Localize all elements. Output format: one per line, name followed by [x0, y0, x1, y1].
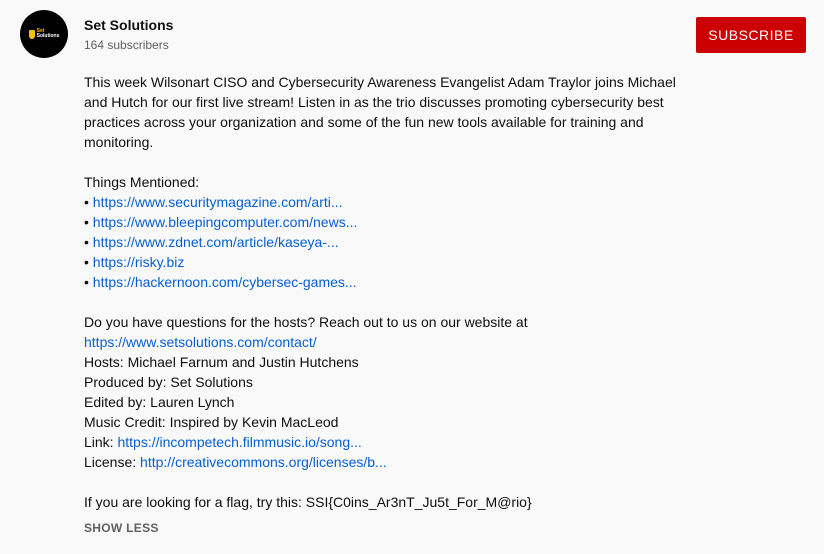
- description-line: This week Wilsonart CISO and Cybersecuri…: [84, 74, 676, 90]
- contact-line: https://www.setsolutions.com/contact/: [84, 332, 704, 352]
- link-label: Link:: [84, 434, 114, 450]
- mentioned-link[interactable]: https://www.zdnet.com/article/kaseya-...: [93, 234, 339, 250]
- mentioned-item: • https://hackernoon.com/cybersec-games.…: [84, 272, 704, 292]
- mentioned-item: • https://risky.biz: [84, 252, 704, 272]
- bullet: •: [84, 194, 89, 210]
- bullet: •: [84, 214, 89, 230]
- edited-text: Edited by: Lauren Lynch: [84, 394, 235, 410]
- flag-text: If you are looking for a flag, try this:…: [84, 494, 532, 510]
- mentioned-item: • https://www.zdnet.com/article/kaseya-.…: [84, 232, 704, 252]
- mentioned-link[interactable]: https://www.bleepingcomputer.com/news...: [93, 214, 358, 230]
- produced-text: Produced by: Set Solutions: [84, 374, 253, 390]
- license-label: License:: [84, 454, 137, 470]
- license-link[interactable]: http://creativecommons.org/licenses/b...: [140, 454, 387, 470]
- bullet: •: [84, 254, 89, 270]
- show-less-button[interactable]: SHOW LESS: [84, 521, 159, 535]
- mentioned-item: • https://www.bleepingcomputer.com/news.…: [84, 212, 704, 232]
- mentioned-link[interactable]: https://www.securitymagazine.com/arti...: [93, 194, 343, 210]
- mentioned-item: • https://www.securitymagazine.com/arti.…: [84, 192, 704, 212]
- shield-icon: [28, 29, 35, 39]
- logo-text: Set Solutions: [37, 29, 60, 39]
- channel-name[interactable]: Set Solutions: [84, 17, 173, 33]
- subscriber-count: 164 subscribers: [84, 38, 169, 52]
- subscribe-button[interactable]: SUBSCRIBE: [696, 17, 806, 53]
- contact-link[interactable]: https://www.setsolutions.com/contact/: [84, 334, 317, 350]
- description-line: and Hutch for our first live stream! Lis…: [84, 94, 664, 110]
- music-link[interactable]: https://incompetech.filmmusic.io/song...: [117, 434, 361, 450]
- mentioned-link[interactable]: https://hackernoon.com/cybersec-games...: [93, 274, 357, 290]
- description-line: monitoring.: [84, 134, 154, 150]
- hosts-text: Hosts: Michael Farnum and Justin Hutchen…: [84, 354, 359, 370]
- music-link-line: Link: https://incompetech.filmmusic.io/s…: [84, 432, 704, 452]
- video-description: This week Wilsonart CISO and Cybersecuri…: [84, 72, 704, 512]
- things-mentioned-heading: Things Mentioned:: [84, 174, 200, 190]
- license-line: License: http://creativecommons.org/lice…: [84, 452, 704, 472]
- channel-avatar[interactable]: Set Solutions: [20, 10, 68, 58]
- description-line: practices across your organization and s…: [84, 114, 644, 130]
- bullet: •: [84, 274, 89, 290]
- questions-text: Do you have questions for the hosts? Rea…: [84, 314, 528, 330]
- logo-text-bottom: Solutions: [36, 33, 60, 39]
- set-solutions-logo: Set Solutions: [28, 29, 60, 39]
- bullet: •: [84, 234, 89, 250]
- music-credit-text: Music Credit: Inspired by Kevin MacLeod: [84, 414, 339, 430]
- mentioned-link[interactable]: https://risky.biz: [93, 254, 185, 270]
